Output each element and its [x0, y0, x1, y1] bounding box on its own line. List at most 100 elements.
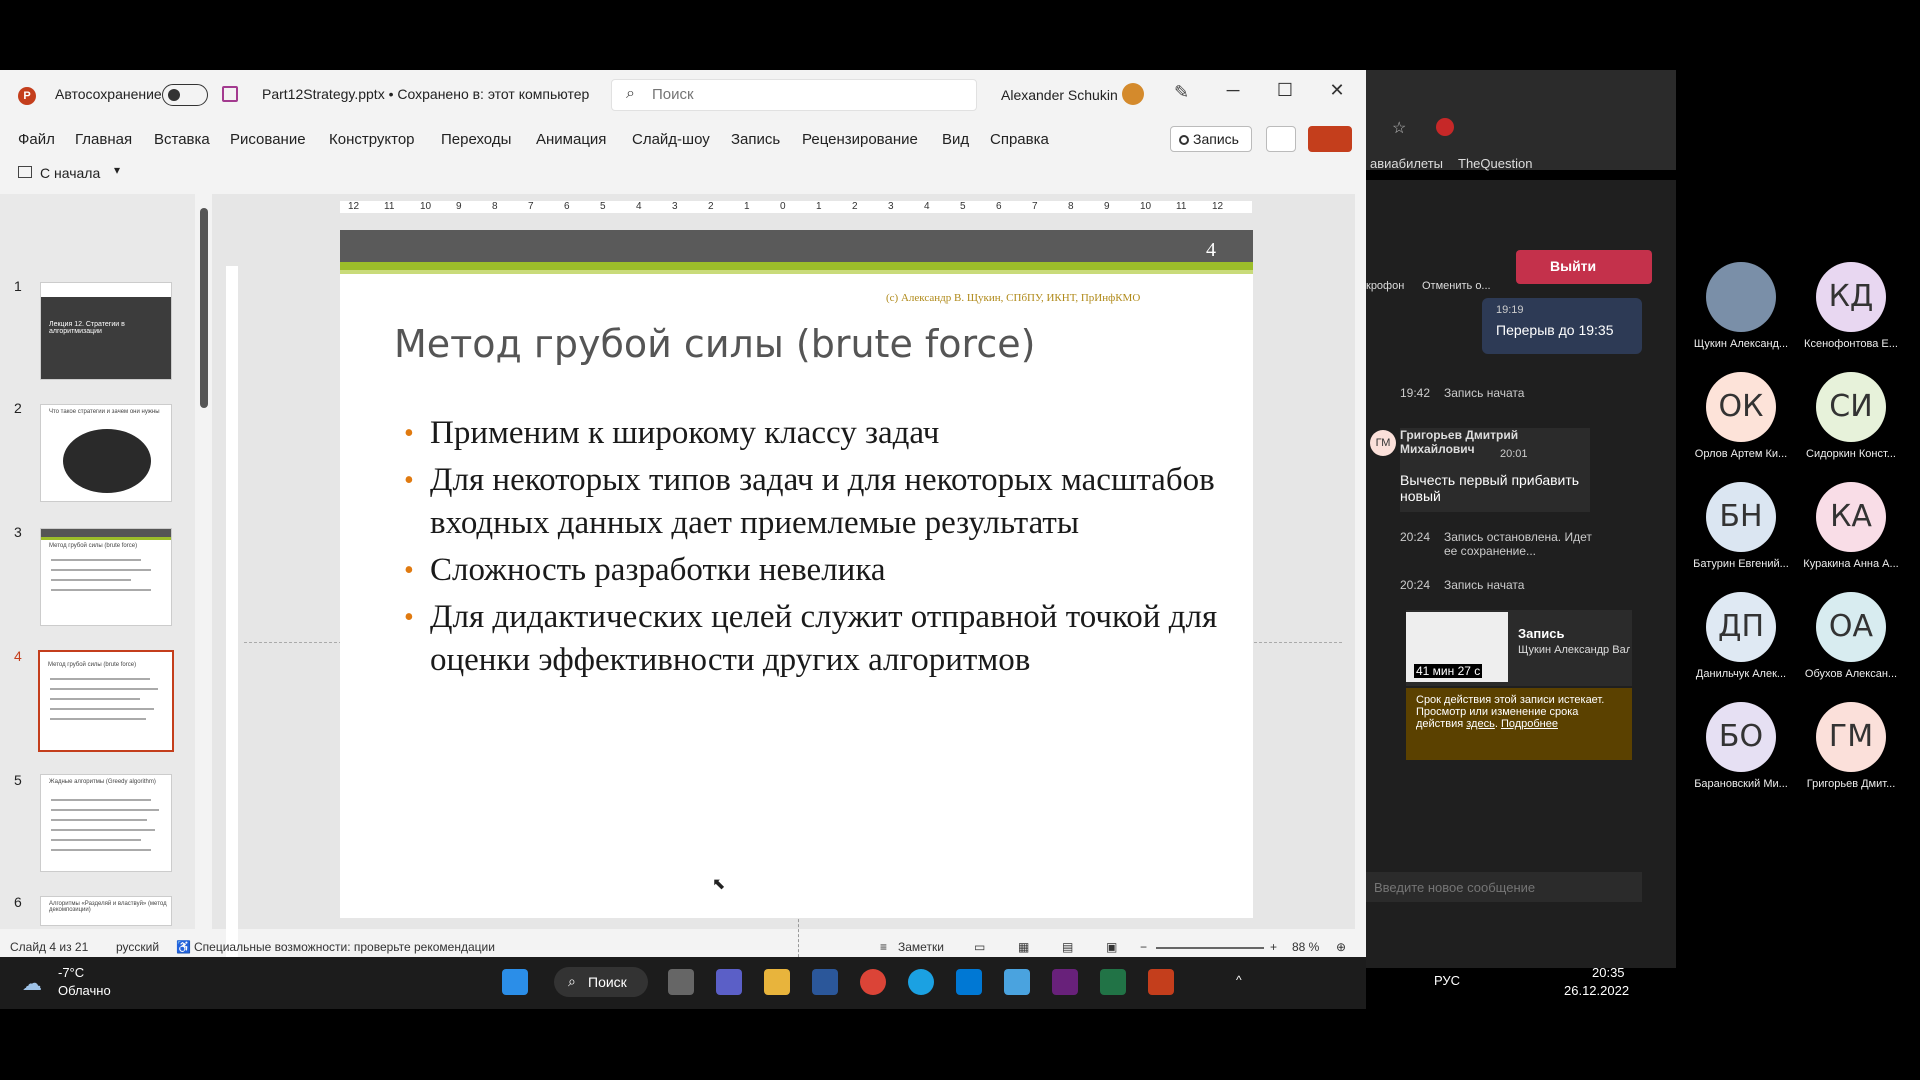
- thumb-title: Метод грубой силы (brute force): [48, 662, 137, 668]
- slide-counter[interactable]: Слайд 4 из 21: [10, 940, 88, 954]
- weather-icon[interactable]: ☁: [22, 971, 42, 996]
- notepad-icon[interactable]: [1004, 969, 1030, 995]
- participant-tile[interactable]: ОА Обухов Алексан...: [1796, 586, 1906, 696]
- slide-thumbnail-1[interactable]: Лекция 12. Стратегии в алгоритмизации: [40, 282, 172, 380]
- expiry-link-more[interactable]: Подробнее: [1501, 718, 1558, 730]
- slide-sorter-icon[interactable]: ▦: [1018, 940, 1029, 954]
- tab-help[interactable]: Справка: [990, 131, 1049, 148]
- tab-insert[interactable]: Вставка: [154, 131, 210, 148]
- participant-tile[interactable]: КА Куракина Анна А...: [1796, 476, 1906, 586]
- autosave-toggle[interactable]: [162, 84, 208, 106]
- save-icon[interactable]: [222, 86, 238, 102]
- slide-thumbnail-3[interactable]: Метод грубой силы (brute force): [40, 528, 172, 626]
- mic-label[interactable]: крофон: [1366, 280, 1404, 292]
- explorer-icon[interactable]: [764, 969, 790, 995]
- taskbar-search[interactable]: ⌕ Поиск: [554, 967, 648, 997]
- chevron-up-icon[interactable]: ^: [1236, 973, 1242, 987]
- avatar: ОА: [1816, 592, 1886, 662]
- participant-tile[interactable]: СИ Сидоркин Конст...: [1796, 366, 1906, 476]
- document-title[interactable]: Part12Strategy.pptx • Сохранено в: этот …: [262, 86, 589, 102]
- clock-time[interactable]: 20:35: [1592, 965, 1625, 980]
- chevron-down-icon[interactable]: ▾: [114, 163, 120, 177]
- slide-thumbnail-5[interactable]: Жадные алгоритмы (Greedy algorithm): [40, 774, 172, 872]
- bookmark-flights[interactable]: авиабилеты: [1370, 156, 1443, 171]
- task-view-icon[interactable]: [668, 969, 694, 995]
- zoom-out-icon[interactable]: −: [1140, 940, 1147, 954]
- weather-temp[interactable]: -7°C: [58, 965, 84, 980]
- mail-icon[interactable]: [956, 969, 982, 995]
- maximize-icon[interactable]: ☐: [1270, 80, 1300, 101]
- fit-slide-icon[interactable]: ⊕: [1336, 940, 1346, 954]
- slideshow-icon[interactable]: [18, 166, 32, 178]
- search-input[interactable]: [652, 86, 952, 103]
- avatar[interactable]: [1122, 83, 1144, 105]
- notes-button[interactable]: Заметки: [898, 940, 944, 954]
- tab-review[interactable]: Рецензирование: [802, 131, 918, 148]
- share-button[interactable]: [1308, 126, 1352, 152]
- tab-file[interactable]: Файл: [18, 131, 55, 148]
- close-icon[interactable]: ✕: [1322, 80, 1352, 101]
- from-start-button[interactable]: С начала: [40, 165, 100, 181]
- language-indicator[interactable]: русский: [116, 940, 159, 954]
- zoom-level[interactable]: 88 %: [1292, 940, 1319, 954]
- scroll-thumb[interactable]: [200, 208, 208, 408]
- bookmark-thequestion[interactable]: TheQuestion: [1458, 156, 1532, 171]
- presenter-view-icon[interactable]: ▣: [1106, 940, 1117, 954]
- leave-button[interactable]: Выйти: [1516, 250, 1652, 284]
- minimize-icon[interactable]: ─: [1218, 80, 1248, 101]
- excel-icon[interactable]: [1100, 969, 1126, 995]
- compose-input[interactable]: [1366, 872, 1642, 902]
- reading-view-icon[interactable]: ▤: [1062, 940, 1073, 954]
- participant-tile[interactable]: Щукин Александ...: [1686, 256, 1796, 366]
- slide-credit[interactable]: (с) Александр В. Щукин, СПбПУ, ИКНТ, ПрИ…: [886, 292, 1140, 304]
- cancel-label[interactable]: Отменить о...: [1422, 280, 1491, 292]
- pen-icon[interactable]: ✎: [1174, 82, 1189, 103]
- tab-draw[interactable]: Рисование: [230, 131, 306, 148]
- tab-view[interactable]: Вид: [942, 131, 969, 148]
- teams-icon[interactable]: [716, 969, 742, 995]
- slide-bullets[interactable]: Применим к широкому классу задач Для нек…: [404, 412, 1230, 686]
- zoom-slider[interactable]: [1156, 947, 1264, 949]
- comments-button[interactable]: [1266, 126, 1296, 152]
- participant-tile[interactable]: ОК Орлов Артем Ки...: [1686, 366, 1796, 476]
- input-language[interactable]: РУС: [1434, 973, 1460, 988]
- powerpoint-icon[interactable]: [1148, 969, 1174, 995]
- record-button[interactable]: Запись: [1170, 126, 1252, 152]
- participant-tile[interactable]: БО Барановский Ми...: [1686, 696, 1796, 806]
- slide-canvas[interactable]: 4 (с) Александр В. Щукин, СПбПУ, ИКНТ, П…: [340, 230, 1253, 918]
- tab-transitions[interactable]: Переходы: [441, 131, 511, 148]
- thumbnail-scrollbar[interactable]: [200, 194, 210, 929]
- adblock-icon[interactable]: [1436, 118, 1454, 136]
- tab-home[interactable]: Главная: [75, 131, 132, 148]
- slide-thumbnail-6[interactable]: Алгоритмы «Разделяй и властвуй» (метод д…: [40, 896, 172, 926]
- participant-tile[interactable]: ГМ Григорьев Дмит...: [1796, 696, 1906, 806]
- chrome-icon[interactable]: [860, 969, 886, 995]
- tab-design[interactable]: Конструктор: [329, 131, 415, 148]
- slide-thumbnail-4[interactable]: Метод грубой силы (brute force): [38, 650, 174, 752]
- user-name[interactable]: Alexander Schukin: [1001, 87, 1118, 103]
- participant-tile[interactable]: КД Ксенофонтова Е...: [1796, 256, 1906, 366]
- participant-tile[interactable]: ДП Данильчук Алек...: [1686, 586, 1796, 696]
- participant-tile[interactable]: БН Батурин Евгений...: [1686, 476, 1796, 586]
- normal-view-icon[interactable]: ▭: [974, 940, 985, 954]
- zoom-in-icon[interactable]: +: [1270, 940, 1277, 954]
- slide-title[interactable]: Метод грубой силы (brute force): [394, 322, 1035, 366]
- thumb-title: Жадные алгоритмы (Greedy algorithm): [49, 779, 156, 785]
- tab-animation[interactable]: Анимация: [536, 131, 606, 148]
- visual-studio-icon[interactable]: [1052, 969, 1078, 995]
- bullet-item: Применим к широкому классу задач: [404, 412, 1230, 455]
- search-box[interactable]: ⌕: [611, 79, 977, 111]
- star-icon[interactable]: ☆: [1392, 118, 1406, 138]
- edge-icon[interactable]: [908, 969, 934, 995]
- word-icon[interactable]: [812, 969, 838, 995]
- start-icon[interactable]: [502, 969, 528, 995]
- message-text: Вычесть первый прибавить новый: [1400, 472, 1580, 504]
- slide-thumbnail-2[interactable]: Что такое стратегии и зачем они нужны: [40, 404, 172, 502]
- recording-card[interactable]: 41 мин 27 с Запись Щукин Александр Вале.…: [1406, 610, 1632, 686]
- accessibility-status[interactable]: Специальные возможности: проверьте реком…: [194, 940, 495, 954]
- tab-slideshow[interactable]: Слайд-шоу: [632, 131, 710, 148]
- tab-record[interactable]: Запись: [731, 131, 780, 148]
- weather-desc[interactable]: Облачно: [58, 983, 111, 998]
- clock-date[interactable]: 26.12.2022: [1564, 983, 1629, 998]
- expiry-link-here[interactable]: здесь: [1466, 718, 1495, 730]
